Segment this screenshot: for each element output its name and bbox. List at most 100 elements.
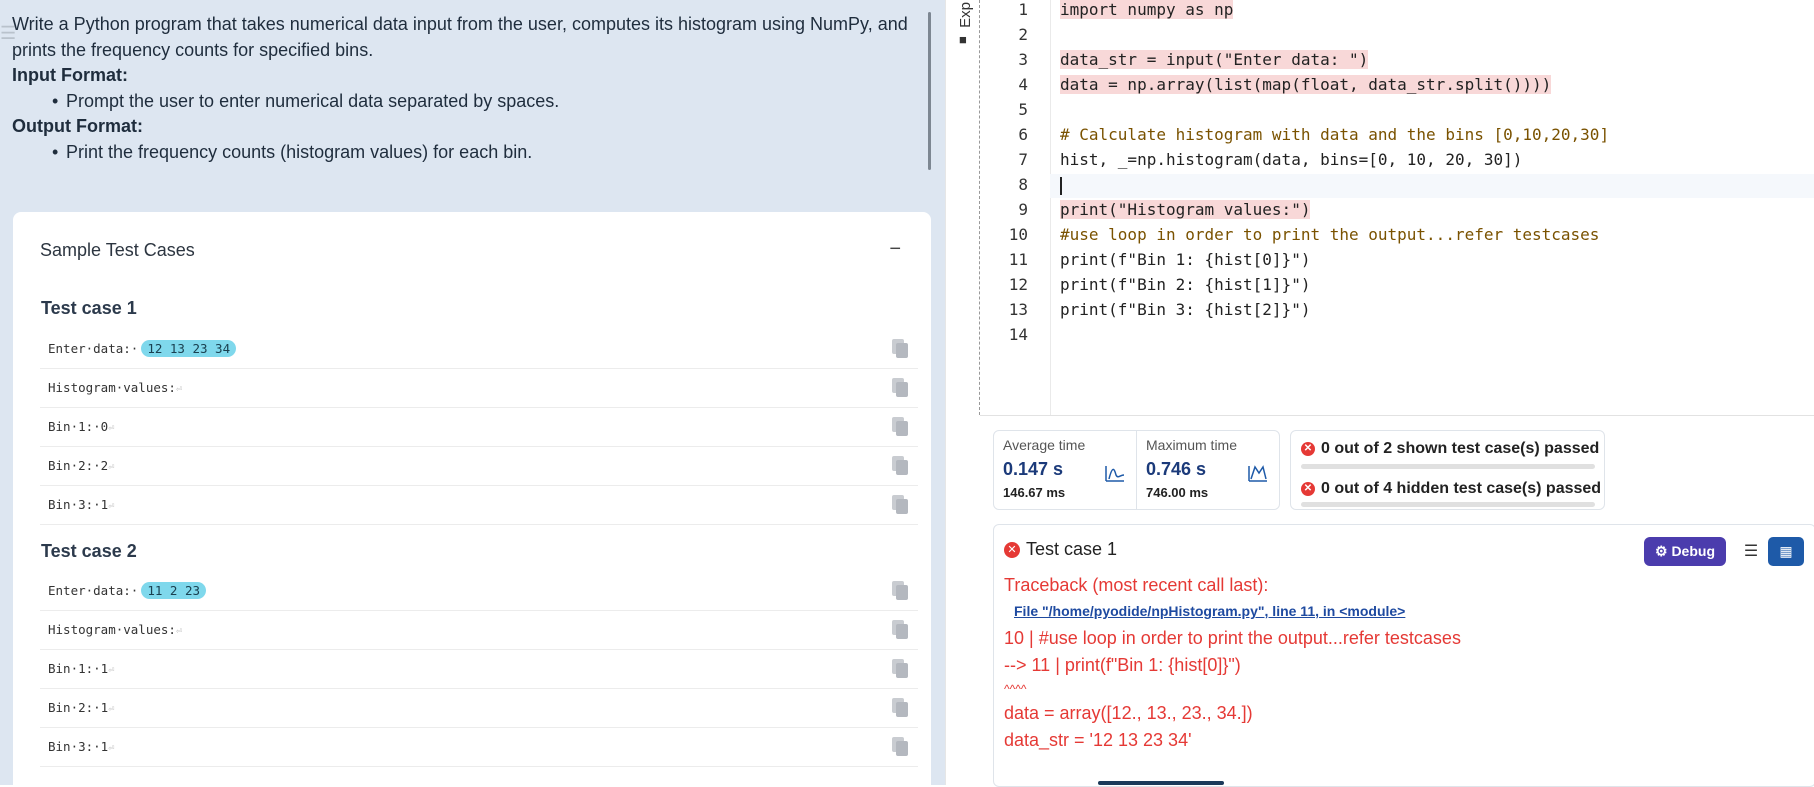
list-view-button[interactable]: ☰ [1734,537,1768,566]
test-case-2-heading: Test case 2 [41,541,137,561]
sample-test-cases-title: Sample Test Cases [40,240,195,260]
code-line[interactable]: print(f"Bin 3: {hist[2]}") [1060,300,1310,319]
code-line[interactable]: print(f"Bin 1: {hist[0]}") [1060,250,1310,269]
code-line[interactable]: data = np.array(list(map(float, data_str… [1060,75,1552,94]
copy-icon[interactable] [890,495,908,515]
test-case-row: Enter·data:· 11 2 23 [40,572,918,611]
output-format-bullet: Print the frequency counts (histogram va… [12,140,912,166]
chart-curve-icon [1105,466,1125,482]
newline-icon: ⏎ [175,626,182,637]
line-number: 13 [1008,300,1028,319]
copy-icon[interactable] [890,581,908,601]
copy-icon[interactable] [890,737,908,757]
copy-icon[interactable] [890,339,908,359]
input-format-text: Prompt the user to enter numerical data … [66,90,560,111]
debug-label: Debug [1671,543,1715,559]
collapse-button[interactable]: − [889,238,901,261]
code-line[interactable]: print(f"Bin 2: {hist[1]}") [1060,275,1310,294]
row-prefix: Enter·data:· [48,341,139,356]
test-case-1-heading: Test case 1 [41,298,137,318]
chart-peak-icon [1248,465,1267,482]
average-time-cell: Average time 0.147 s 146.67 ms [994,431,1136,509]
explorer-label[interactable]: Exp [957,2,974,28]
code-line[interactable]: import numpy as np [1060,0,1234,19]
copy-icon[interactable] [890,620,908,640]
table-icon: ▦ [1779,543,1793,559]
test-case-row: Bin·3:·1⏎ [40,728,918,767]
error-icon: ✕ [1301,481,1315,496]
explorer-icon[interactable]: ■ [959,32,973,47]
row-prefix: Bin·2:·2 [48,458,109,473]
copy-icon[interactable] [890,456,908,476]
output-title-text: Test case 1 [1026,539,1118,559]
problem-text-line2: prints the frequency counts for specifie… [12,39,374,60]
copy-icon[interactable] [890,659,908,679]
row-prefix: Bin·1:·0 [48,419,109,434]
debug-button[interactable]: ⚙ Debug [1644,537,1726,566]
row-text: Bin·1:·0⏎ [48,419,114,434]
average-time-value: 0.147 s [1003,459,1064,479]
row-text: Bin·2:·1⏎ [48,700,114,715]
average-time-label: Average time [1003,437,1086,453]
problem-text-line1: Write a Python program that takes numeri… [12,14,908,34]
hidden-tests-result: ✕ 0 out of 4 hidden test case(s) passed [1301,480,1601,498]
newline-icon: ⏎ [108,423,115,434]
row-prefix: Bin·1:·1 [48,661,109,676]
code-line[interactable]: # Calculate histogram with data and the … [1060,125,1609,144]
line-number: 11 [1008,250,1028,269]
copy-icon[interactable] [890,417,908,437]
test-case-row: Bin·2:·1⏎ [40,689,918,728]
error-icon: ✕ [1004,542,1020,559]
sample-test-cases-card: Sample Test Cases − Test case 1 Enter·da… [13,212,931,785]
maximum-time-value: 0.746 s [1146,459,1207,479]
test-case-row: Bin·3:·1⏎ [40,486,918,525]
row-text: Bin·2:·2⏎ [48,458,114,473]
maximum-time-cell: Maximum time 0.746 s 746.00 ms [1136,431,1279,509]
shown-tests-text: 0 out of 2 shown test case(s) passed [1321,440,1600,457]
test-case-row: Bin·1:·1⏎ [40,650,918,689]
line-number: 6 [1018,125,1028,144]
test-case-row: Bin·2:·2⏎ [40,447,918,486]
traceback-line: Traceback (most recent call last): [1004,575,1269,595]
code-line[interactable]: #use loop in order to print the output..… [1060,225,1599,244]
code-editor[interactable]: 1 2 3 4 5 6 7 8 9 10 11 12 13 14 import … [980,0,1814,416]
table-view-button[interactable]: ▦ [1768,537,1804,566]
average-time-ms: 146.67 ms [1003,485,1066,500]
editor-panel: Exp ■ 1 2 3 4 5 6 7 8 9 10 11 12 13 14 i… [955,0,1814,787]
output-title: ✕ Test case 1 [1004,539,1117,560]
row-text: Enter·data:· 11 2 23 [48,582,206,599]
line-number: 10 [1008,225,1028,244]
newline-icon: ⏎ [108,743,115,754]
maximum-time-ms: 746.00 ms [1146,485,1209,500]
problem-panel: ☰ Write a Python program that takes nume… [0,0,945,785]
newline-icon: ⏎ [108,501,115,512]
row-text: Histogram·values:⏎ [48,380,182,395]
line-number: 7 [1018,150,1028,169]
code-line[interactable]: print("Histogram values:") [1060,200,1311,219]
test-output-panel: ✕ Test case 1 ⚙ Debug ☰ ▦ Traceback (most… [993,524,1814,787]
scrollbar[interactable] [928,12,931,170]
traceback-caret: ^^^^ [1004,682,1027,696]
row-text: Enter·data:· 12 13 23 34 [48,340,237,357]
row-prefix: Bin·2:·1 [48,700,109,715]
input-pill: 11 2 23 [141,582,206,599]
traceback-file-link[interactable]: File "/home/pyodide/npHistogram.py", lin… [1014,603,1405,619]
input-format-bullet: Prompt the user to enter numerical data … [12,89,912,115]
line-number: 12 [1008,275,1028,294]
line-number: 14 [1008,325,1028,344]
explorer-strip[interactable]: Exp ■ [955,0,980,415]
code-line[interactable]: data_str = input("Enter data: ") [1060,50,1369,69]
code-line[interactable]: hist, _=np.histogram(data, bins=[0, 10, … [1060,150,1522,169]
shown-tests-result: ✕ 0 out of 2 shown test case(s) passed [1301,440,1599,458]
horizontal-scrollbar[interactable] [1098,781,1224,785]
line-number: 3 [1018,50,1028,69]
row-text: Bin·1:·1⏎ [48,661,114,676]
test-results-summary: ✕ 0 out of 2 shown test case(s) passed ✕ 0… [1290,430,1605,510]
traceback-line: --> 11 | print(f"Bin 1: {hist[0]}") [1004,655,1241,675]
error-icon: ✕ [1301,441,1315,456]
line-number: 4 [1018,75,1028,94]
shown-tests-progress [1301,464,1595,469]
copy-icon[interactable] [890,378,908,398]
copy-icon[interactable] [890,698,908,718]
newline-icon: ⏎ [108,704,115,715]
